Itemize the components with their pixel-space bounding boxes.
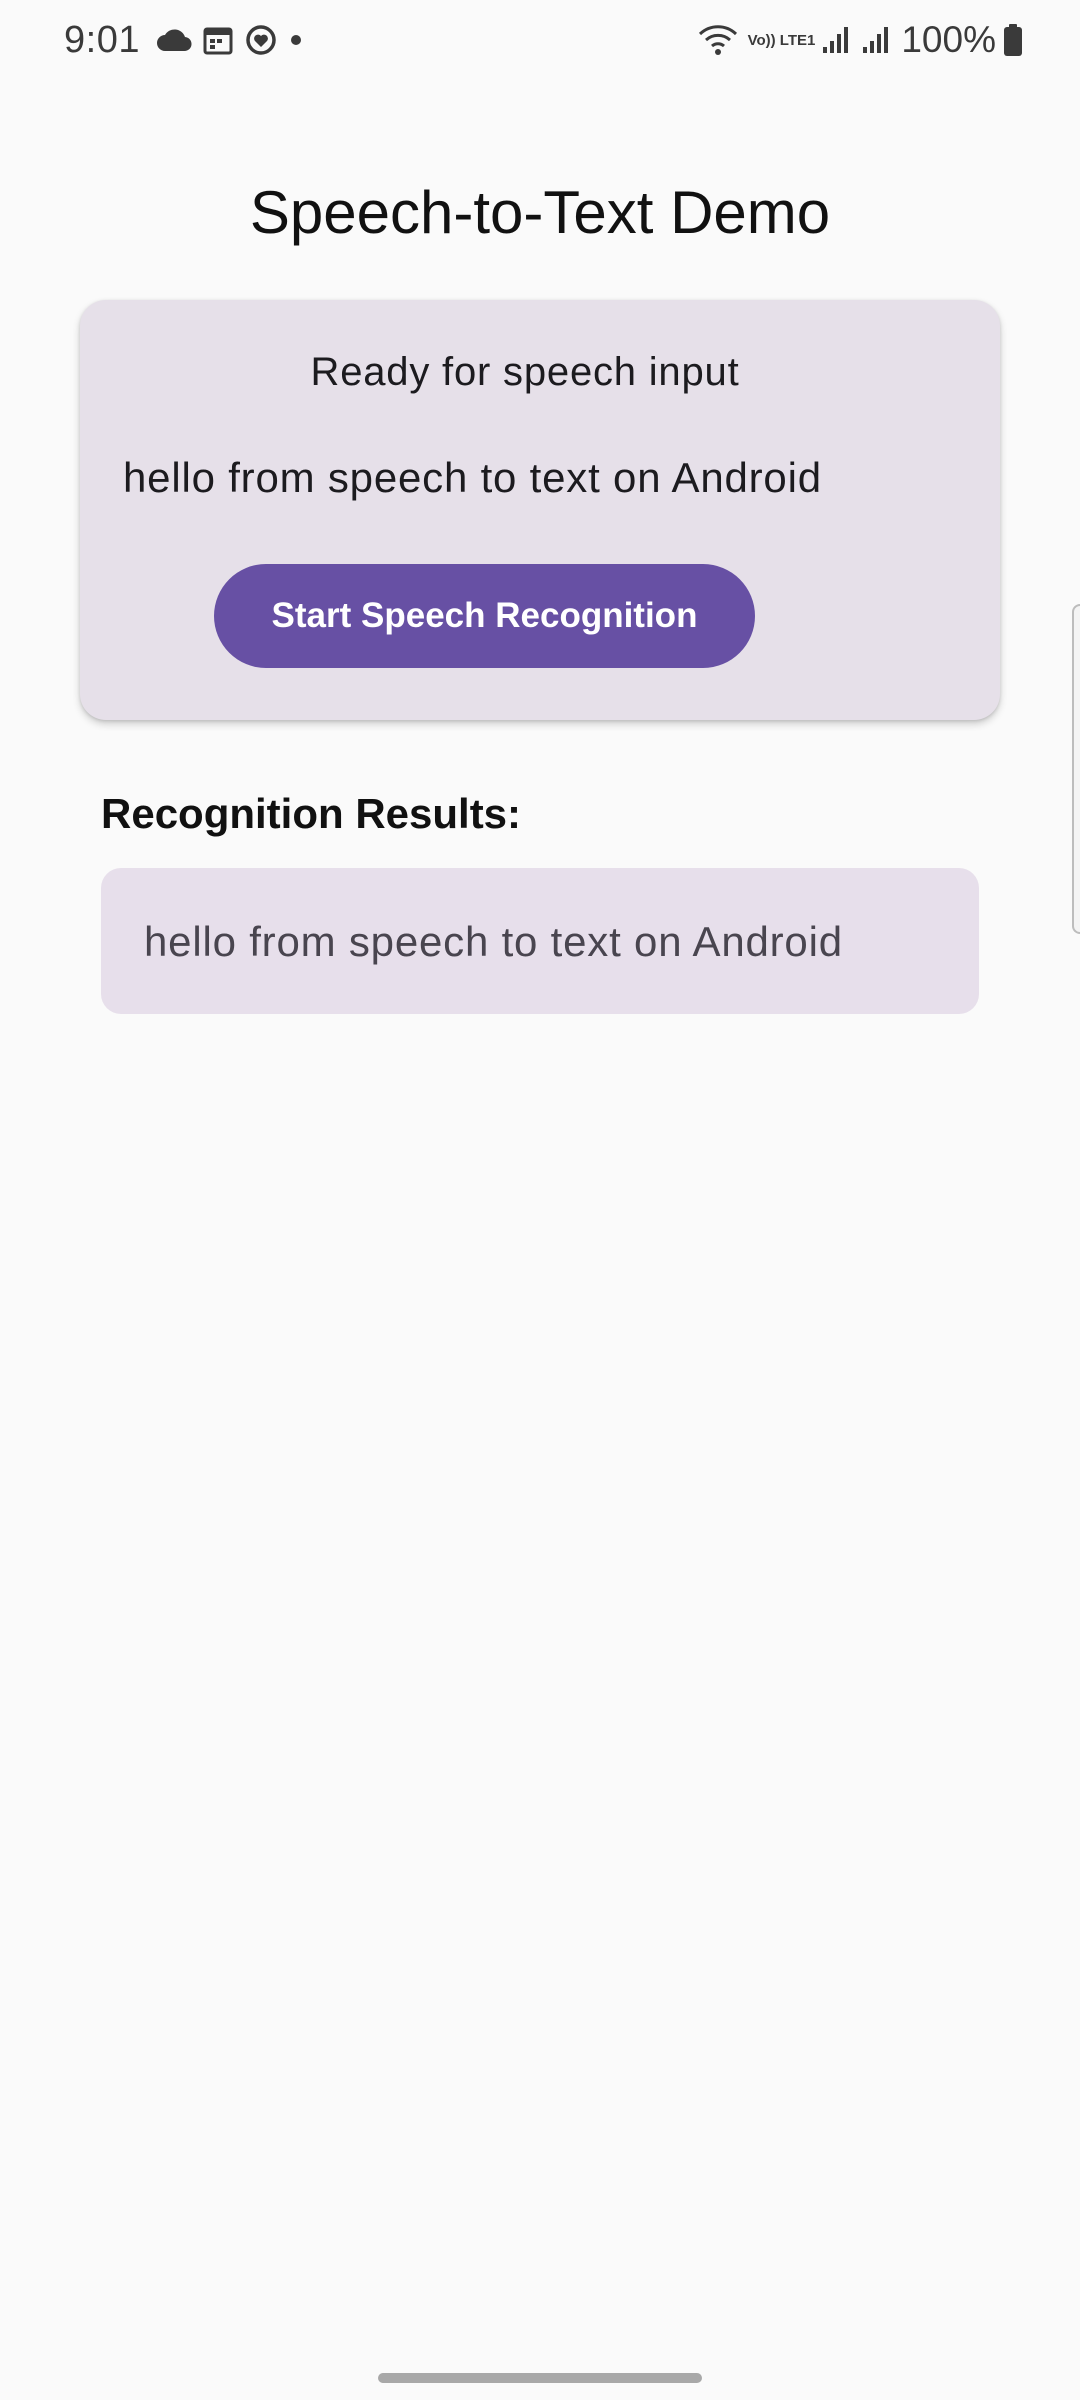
battery-percent: 100%	[901, 19, 996, 60]
transcript-text: hello from speech to text on Android	[123, 454, 822, 501]
notification-dot-icon	[288, 32, 304, 48]
results-heading: Recognition Results:	[101, 790, 522, 837]
wifi-icon	[698, 24, 738, 56]
status-bar-right: Vo)) LTE1 100%	[698, 19, 1034, 61]
app-screen: 9:01 Vo)) LTE1 100% Speech-to-Text Demo …	[0, 0, 1080, 2400]
lte-indicator: Vo)) LTE1	[747, 31, 816, 49]
gesture-navigation-bar[interactable]	[378, 2373, 702, 2383]
results-text: hello from speech to text on Android	[144, 918, 843, 965]
status-bar-left: 9:01	[64, 19, 314, 62]
edge-panel-handle[interactable]	[1072, 604, 1080, 934]
battery-icon	[1002, 23, 1024, 57]
heart-sync-icon	[244, 23, 278, 57]
status-time: 9:01	[64, 18, 140, 61]
signal-icon	[821, 25, 851, 55]
speech-status-text: Ready for speech input	[310, 350, 740, 394]
start-speech-recognition-button[interactable]: Start Speech Recognition	[214, 564, 755, 668]
calendar-icon	[202, 24, 234, 56]
page-title: Speech-to-Text Demo	[249, 179, 831, 246]
signal-icon	[861, 25, 891, 55]
speech-card: Ready for speech input hello from speech…	[80, 300, 1000, 720]
cloud-icon	[156, 27, 192, 53]
status-bar: 9:01 Vo)) LTE1 100%	[0, 0, 1080, 80]
results-box: hello from speech to text on Android	[101, 868, 979, 1014]
